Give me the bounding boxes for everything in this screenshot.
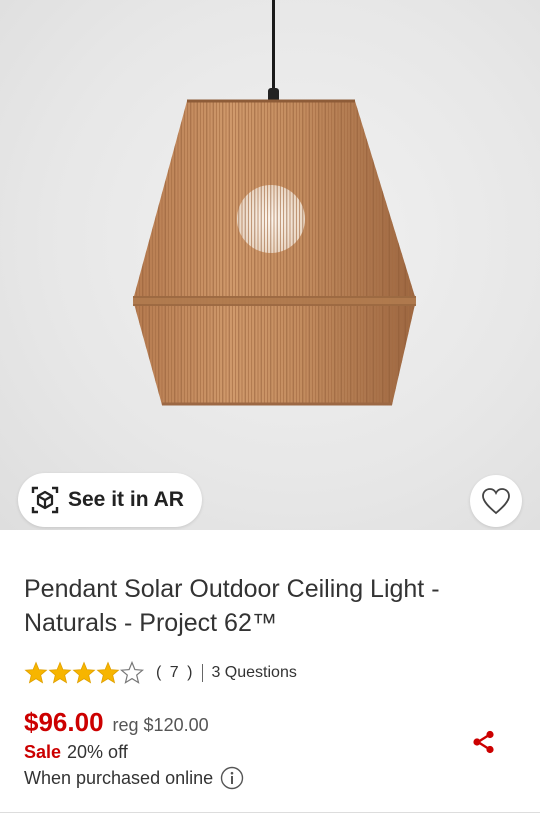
pendant-lamp-photo (133, 0, 416, 406)
star-filled-icon (48, 661, 72, 684)
star-filled-icon (96, 661, 120, 684)
star-rating[interactable] (24, 661, 144, 685)
sale-label: Sale (24, 742, 62, 762)
regular-price: reg $120.00 (112, 715, 209, 735)
share-icon[interactable] (470, 728, 498, 756)
purchased-online-note: When purchased online (24, 767, 214, 788)
rating-row[interactable]: ( 7 ) 3 Questions (24, 658, 297, 688)
ar-button-label: See it in AR (68, 488, 184, 511)
star-filled-icon (24, 661, 48, 684)
price-row: $96.00 reg $120.00 (24, 707, 209, 738)
star-filled-icon (72, 661, 96, 684)
sale-price: $96.00 (24, 707, 104, 737)
ar-cube-icon (31, 486, 59, 514)
section-divider (0, 812, 540, 813)
sale-row: Sale 20% off (24, 742, 128, 763)
see-in-ar-button[interactable]: See it in AR (18, 473, 202, 527)
star-empty-icon (120, 661, 144, 684)
rating-divider (202, 664, 204, 682)
info-circle-icon[interactable] (220, 766, 244, 790)
discount-percent: 20% off (67, 742, 128, 762)
heart-outline-icon (482, 488, 510, 515)
product-title: Pendant Solar Outdoor Ceiling Light - Na… (24, 575, 440, 637)
favorite-button[interactable] (470, 475, 522, 527)
product-image[interactable]: See it in AR (0, 0, 540, 530)
rating-count[interactable]: ( 7 ) (156, 664, 194, 682)
questions-link[interactable]: 3 Questions (211, 664, 296, 682)
purchase-note-row: When purchased online (24, 766, 244, 790)
